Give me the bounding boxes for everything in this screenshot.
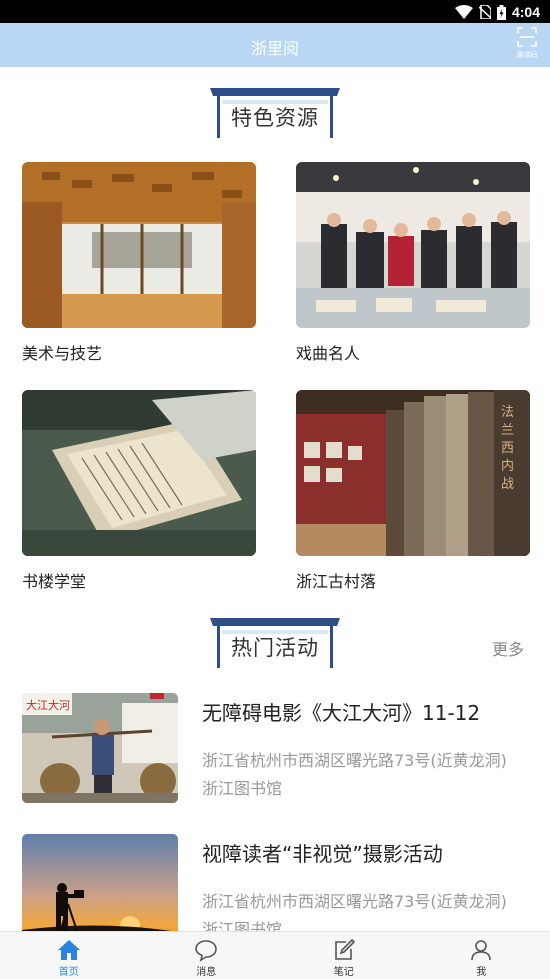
no-sim-icon bbox=[478, 5, 491, 19]
scan-button[interactable]: 邀请码 bbox=[514, 27, 540, 63]
svg-text:战: 战 bbox=[501, 477, 514, 492]
note-icon bbox=[334, 938, 355, 960]
nav-home-label: 首页 bbox=[58, 967, 79, 978]
resource-card-opera[interactable]: 戏曲名人 bbox=[296, 162, 530, 364]
resource-label-village: 浙江古村落 bbox=[296, 572, 377, 591]
app-header: 浙里阅 邀请码 bbox=[0, 23, 550, 67]
message-icon bbox=[195, 940, 218, 962]
nav-home[interactable]: 首页 bbox=[0, 932, 138, 979]
svg-text:兰: 兰 bbox=[501, 423, 514, 438]
nav-messages-label: 消息 bbox=[196, 967, 217, 978]
activity-image: 大江大河 bbox=[22, 693, 178, 803]
svg-text:内: 内 bbox=[501, 458, 514, 474]
status-bar: 4:04 bbox=[0, 0, 550, 23]
resource-image-library bbox=[22, 390, 256, 556]
activity-title: 无障碍电影《大江大河》11-12 bbox=[202, 701, 481, 725]
resource-card-village[interactable]: 法兰西内战 浙江古村落 bbox=[296, 390, 530, 592]
activity-title: 视障读者“非视觉”摄影活动 bbox=[202, 842, 443, 866]
svg-text:西: 西 bbox=[501, 441, 514, 456]
resource-label-library: 书楼学堂 bbox=[22, 572, 87, 591]
scan-label: 邀请码 bbox=[516, 51, 538, 59]
activity-address: 浙江省杭州市西湖区曙光路73号(近黄龙洞)浙江图书馆 bbox=[202, 751, 507, 798]
featured-title: 特色资源 bbox=[231, 106, 319, 130]
nav-messages[interactable]: 消息 bbox=[138, 932, 276, 979]
app-title: 浙里阅 bbox=[250, 39, 299, 58]
featured-section-title: 特色资源 bbox=[208, 86, 342, 142]
nav-profile[interactable]: 我 bbox=[413, 932, 550, 979]
nav-notes-label: 笔记 bbox=[333, 967, 354, 978]
status-time: 4:04 bbox=[511, 4, 540, 20]
home-icon bbox=[57, 940, 80, 960]
nav-profile-label: 我 bbox=[476, 967, 487, 978]
svg-text:法: 法 bbox=[501, 405, 514, 420]
scan-icon bbox=[517, 27, 537, 47]
battery-icon bbox=[496, 4, 506, 20]
wifi-icon bbox=[454, 5, 473, 19]
bottom-nav: 首页 消息 笔记 我 bbox=[0, 931, 550, 979]
resource-image-village: 法兰西内战 bbox=[296, 390, 530, 556]
resource-label-opera: 戏曲名人 bbox=[296, 344, 361, 363]
svg-text:大江大河: 大江大河 bbox=[26, 698, 70, 712]
resource-image-opera bbox=[296, 162, 530, 328]
activities-title: 热门活动 bbox=[231, 636, 319, 660]
user-icon bbox=[471, 940, 492, 961]
resource-card-art[interactable]: 美术与技艺 bbox=[22, 162, 256, 364]
activity-image bbox=[22, 834, 178, 944]
nav-notes[interactable]: 笔记 bbox=[275, 932, 413, 979]
resource-label-art: 美术与技艺 bbox=[22, 344, 103, 363]
resource-image-art bbox=[22, 162, 256, 328]
status-icons: 4:04 bbox=[454, 3, 540, 21]
activity-item[interactable]: 大江大河 无障碍电影《大江大河》11-12 浙江省杭州市西湖区曙光路73号(近黄… bbox=[22, 693, 528, 808]
activities-section-title: 热门活动 bbox=[208, 616, 342, 672]
more-link[interactable]: 更多 bbox=[492, 636, 524, 660]
resource-card-library[interactable]: 书楼学堂 bbox=[22, 390, 256, 592]
